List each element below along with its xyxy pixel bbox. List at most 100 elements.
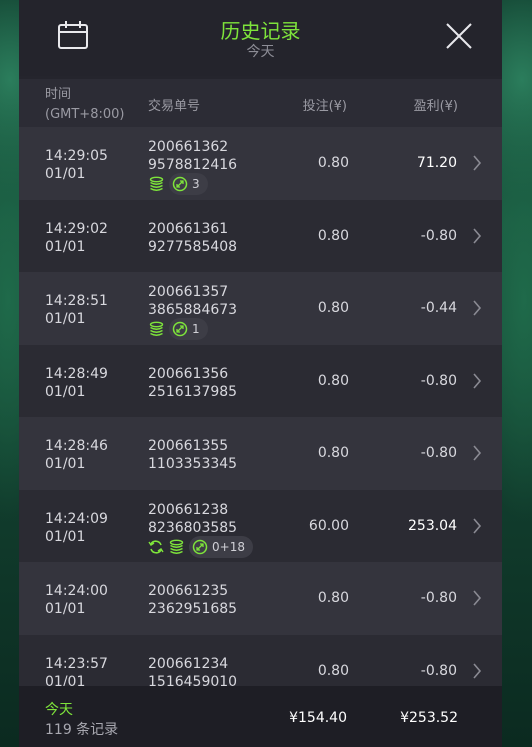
- history-row[interactable]: 14:28:51 01/01 200661357 3865884673 1 0.80 -0.…: [19, 272, 502, 345]
- close-icon[interactable]: [445, 22, 473, 50]
- row-time: 14:24:09 01/01: [45, 510, 108, 546]
- chevron-right-icon[interactable]: [472, 589, 482, 607]
- order-id-line2: 3865884673: [148, 302, 238, 318]
- order-id-line2: 9277585408: [148, 238, 238, 255]
- chevron-right-icon[interactable]: [472, 299, 482, 317]
- row-date-value: 01/01: [45, 166, 86, 182]
- order-id-line2: 8236803585: [148, 519, 238, 536]
- row-bet: 0.80: [317, 662, 349, 679]
- total-profit: ¥253.52: [400, 710, 458, 726]
- free-spin-count: 0+18: [212, 539, 245, 554]
- row-time: 14:29:05 01/01: [45, 147, 108, 183]
- free-spin-icon: [172, 321, 188, 337]
- order-id-line1: 200661355: [148, 438, 229, 454]
- row-profit: -0.80: [420, 445, 457, 461]
- row-order-id: 200661362 9578812416: [148, 138, 237, 174]
- row-time: 14:28:46 01/01: [45, 437, 108, 473]
- order-id-line1: 200661361: [148, 220, 229, 237]
- row-order-id: 200661234 1516459010: [148, 655, 237, 687]
- free-spin-badge: 3: [169, 173, 208, 195]
- history-row[interactable]: 14:29:05 01/01 200661362 9578812416 3 0.80 71.…: [19, 127, 502, 200]
- header: 历史记录 今天: [19, 0, 502, 76]
- order-id-line2: 1516459010: [148, 673, 238, 687]
- free-spin-count: 3: [192, 177, 200, 191]
- order-id-line1: 200661235: [148, 583, 229, 599]
- chevron-right-icon[interactable]: [472, 372, 482, 390]
- history-row[interactable]: 14:29:02 01/01 200661361 9277585408 0.80 -0.8…: [19, 199, 502, 272]
- history-list: 14:29:05 01/01 200661362 9578812416 3 0.80 71.…: [19, 127, 502, 686]
- row-time: 14:24:00 01/01: [45, 582, 108, 618]
- row-order-id: 200661238 8236803585: [148, 501, 237, 537]
- chevron-right-icon[interactable]: [472, 227, 482, 245]
- history-row[interactable]: 14:28:49 01/01 200661356 2516137985 0.80 -0.8…: [19, 344, 502, 417]
- history-row[interactable]: 14:24:09 01/01 200661238 8236803585 0+18 60.0…: [19, 489, 502, 562]
- row-profit: -0.80: [420, 372, 457, 389]
- total-bet: ¥154.40: [289, 710, 347, 726]
- row-time-value: 14:28:51: [45, 293, 108, 309]
- order-id-line2: 2362951685: [148, 601, 238, 617]
- row-bet: 0.80: [317, 155, 349, 171]
- history-row[interactable]: 14:24:00 01/01 200661235 2362951685 0.80 -0.8…: [19, 562, 502, 635]
- row-profit: -0.80: [420, 227, 457, 244]
- profit-column-header: 盈利(¥): [413, 99, 458, 114]
- order-id-line1: 200661238: [148, 501, 229, 518]
- date-filter-label: 今天: [246, 44, 275, 60]
- order-id-line2: 9578812416: [148, 157, 238, 173]
- free-spin-count: 1: [192, 322, 200, 336]
- row-order-id: 200661361 9277585408: [148, 220, 237, 256]
- column-headers: 时间 (GMT+8:00) 交易单号 投注(¥) 盈利(¥): [19, 79, 502, 127]
- row-time-value: 14:28:49: [45, 365, 108, 382]
- row-order-id: 200661356 2516137985: [148, 365, 237, 401]
- row-bet: 60.00: [308, 517, 349, 534]
- row-bet: 0.80: [317, 372, 349, 389]
- row-profit: -0.80: [420, 590, 457, 606]
- row-date-value: 01/01: [45, 673, 86, 687]
- row-profit: -0.80: [420, 662, 457, 679]
- row-time-value: 14:24:09: [45, 510, 108, 527]
- order-id-line2: 2516137985: [148, 383, 238, 400]
- time-column-header: 时间 (GMT+8:00): [45, 85, 124, 125]
- row-time-value: 14:24:00: [45, 583, 108, 599]
- row-date-value: 01/01: [45, 383, 86, 400]
- order-id-line1: 200661357: [148, 284, 229, 300]
- refresh-icon: [148, 539, 164, 554]
- row-bet: 0.80: [317, 445, 349, 461]
- row-date-value: 01/01: [45, 238, 86, 255]
- feature-badges: 3: [148, 173, 208, 195]
- row-profit: 71.20: [416, 155, 457, 171]
- history-row[interactable]: 14:28:46 01/01 200661355 1103353345 0.80 -0.8…: [19, 417, 502, 490]
- row-profit: 253.04: [408, 517, 457, 534]
- coins-icon: [169, 539, 184, 554]
- free-spin-badge: 0+18: [189, 535, 253, 558]
- free-spin-icon: [192, 539, 208, 554]
- order-column-header: 交易单号: [148, 99, 201, 114]
- row-order-id: 200661357 3865884673: [148, 283, 237, 319]
- chevron-right-icon[interactable]: [472, 444, 482, 462]
- row-order-id: 200661235 2362951685: [148, 582, 237, 618]
- feature-badges: 0+18: [148, 535, 253, 558]
- order-id-line1: 200661356: [148, 365, 229, 382]
- record-count: 119 条记录: [45, 722, 119, 738]
- history-panel: 历史记录 今天 时间 (GMT+8:00) 交易单号 投注(¥) 盈利(¥) 1…: [19, 0, 502, 747]
- summary-footer: 今天 119 条记录 ¥154.40 ¥253.52: [19, 686, 502, 747]
- coins-icon: [149, 176, 164, 191]
- row-date-value: 01/01: [45, 601, 86, 617]
- chevron-right-icon[interactable]: [472, 154, 482, 172]
- order-id-line1: 200661234: [148, 655, 229, 672]
- row-bet: 0.80: [317, 227, 349, 244]
- order-id-line2: 1103353345: [148, 456, 238, 472]
- history-row[interactable]: 14:23:57 01/01 200661234 1516459010 0.80 -0.8…: [19, 634, 502, 687]
- time-header-label: 时间: [45, 87, 72, 102]
- row-time-value: 14:23:57: [45, 655, 108, 672]
- row-time-value: 14:29:05: [45, 148, 108, 164]
- order-id-line1: 200661362: [148, 139, 229, 155]
- chevron-right-icon[interactable]: [472, 662, 482, 680]
- row-bet: 0.80: [317, 590, 349, 606]
- row-time: 14:28:51 01/01: [45, 292, 108, 328]
- row-time: 14:23:57 01/01: [45, 655, 108, 687]
- feature-badges: 1: [148, 318, 208, 340]
- bet-column-header: 投注(¥): [302, 99, 347, 114]
- free-spin-icon: [172, 176, 188, 192]
- row-time-value: 14:28:46: [45, 438, 108, 454]
- chevron-right-icon[interactable]: [472, 517, 482, 535]
